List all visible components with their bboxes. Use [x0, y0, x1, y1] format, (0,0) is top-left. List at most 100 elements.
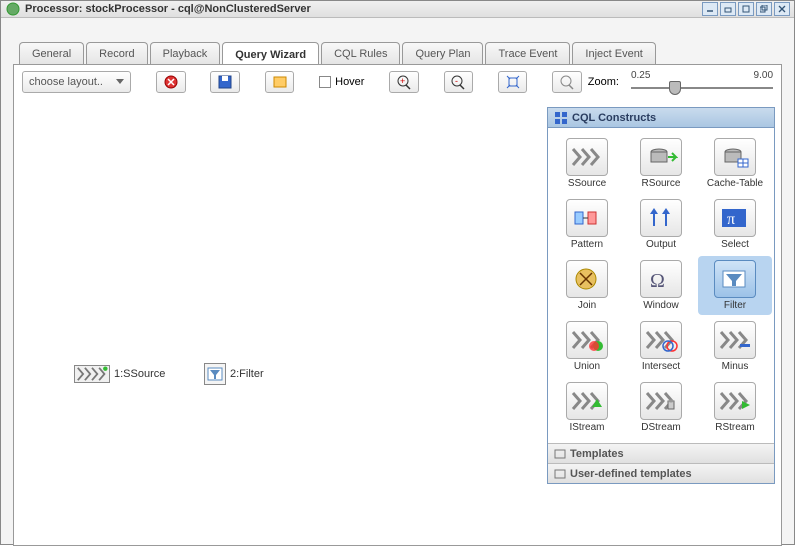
accordion-user-templates[interactable]: User-defined templates	[548, 463, 774, 483]
construct-cache-table[interactable]: Cache-Table	[698, 134, 772, 193]
construct-label: Join	[578, 300, 596, 311]
tab-query-wizard[interactable]: Query Wizard	[222, 42, 319, 65]
filter-icon	[714, 260, 756, 298]
dbarrow-icon	[640, 138, 682, 176]
toolbar: choose layout.. Hover + -	[14, 65, 781, 99]
zoom-control: 0.25 9.00	[631, 70, 773, 95]
chev-d-icon	[640, 382, 682, 420]
construct-label: DStream	[641, 422, 680, 433]
close-button[interactable]	[774, 2, 790, 16]
restore-down-button[interactable]	[720, 2, 736, 16]
construct-label: Minus	[722, 361, 749, 372]
construct-pattern[interactable]: Pattern	[550, 195, 624, 254]
save-button[interactable]	[210, 71, 240, 93]
palette-body: SSource RSource Cache-Table Pattern Outp…	[548, 128, 774, 443]
canvas-node-ssource[interactable]: 1:SSource	[74, 365, 165, 383]
hover-checkbox[interactable]: Hover	[319, 76, 364, 88]
diagram-canvas[interactable]: 1:SSource 2:Filter	[18, 103, 541, 541]
join-icon	[566, 260, 608, 298]
construct-rstream[interactable]: RStream	[698, 378, 772, 437]
pi-icon: π	[714, 199, 756, 237]
chev-i-icon	[566, 382, 608, 420]
construct-rsource[interactable]: RSource	[624, 134, 698, 193]
window-title: Processor: stockProcessor - cql@NonClust…	[25, 3, 702, 15]
chevrons-icon	[566, 138, 608, 176]
tab-inject-event[interactable]: Inject Event	[572, 42, 655, 64]
construct-ssource[interactable]: SSource	[550, 134, 624, 193]
search-zoom-button[interactable]	[552, 71, 582, 93]
construct-filter[interactable]: Filter	[698, 256, 772, 315]
svg-text:Ω: Ω	[650, 270, 665, 291]
construct-label: Select	[721, 239, 749, 250]
maximize-button[interactable]	[738, 2, 754, 16]
pattern-icon	[566, 199, 608, 237]
tab-cql-rules[interactable]: CQL Rules	[321, 42, 400, 64]
construct-label: Pattern	[571, 239, 603, 250]
canvas-node-filter[interactable]: 2:Filter	[204, 363, 264, 385]
zoom-in-button[interactable]: +	[389, 71, 419, 93]
construct-intersect[interactable]: Intersect	[624, 317, 698, 376]
tab-query-plan[interactable]: Query Plan	[402, 42, 483, 64]
fit-button[interactable]	[498, 71, 528, 93]
svg-text:+: +	[400, 76, 405, 86]
palette-header[interactable]: CQL Constructs	[548, 108, 774, 128]
construct-label: Intersect	[642, 361, 680, 372]
construct-label: SSource	[568, 178, 606, 189]
delete-button[interactable]	[156, 71, 186, 93]
tab-panel: choose layout.. Hover + -	[13, 64, 782, 546]
construct-label: RStream	[715, 422, 754, 433]
zoom-label: Zoom:	[588, 76, 619, 88]
construct-window[interactable]: Ω Window	[624, 256, 698, 315]
construct-union[interactable]: Union	[550, 317, 624, 376]
content-area: General Record Playback Query Wizard CQL…	[1, 18, 794, 554]
ssource-icon	[74, 365, 110, 383]
output-icon	[640, 199, 682, 237]
hover-label: Hover	[335, 76, 364, 88]
checkbox-icon	[319, 76, 331, 88]
grid-icon	[554, 111, 568, 125]
zoom-slider[interactable]	[631, 81, 773, 95]
templates-icon	[554, 448, 566, 460]
construct-label: Filter	[724, 300, 746, 311]
cascade-button[interactable]	[756, 2, 772, 16]
chev-union-icon	[566, 321, 608, 359]
canvas-node-label: 2:Filter	[230, 368, 264, 380]
tab-general[interactable]: General	[19, 42, 84, 64]
layout-select[interactable]: choose layout..	[22, 71, 131, 93]
construct-label: IStream	[569, 422, 604, 433]
construct-label: RSource	[642, 178, 681, 189]
svg-text:-: -	[455, 76, 458, 86]
app-window: Processor: stockProcessor - cql@NonClust…	[0, 0, 795, 545]
zoom-max: 9.00	[754, 70, 773, 81]
construct-istream[interactable]: IStream	[550, 378, 624, 437]
canvas-node-label: 1:SSource	[114, 368, 165, 380]
titlebar: Processor: stockProcessor - cql@NonClust…	[1, 1, 794, 18]
tab-record[interactable]: Record	[86, 42, 147, 64]
user-templates-icon	[554, 468, 566, 480]
palette-panel: CQL Constructs SSource RSource Cache-Tab…	[547, 107, 775, 484]
construct-minus[interactable]: Minus	[698, 317, 772, 376]
tab-playback[interactable]: Playback	[150, 42, 221, 64]
zoom-out-button[interactable]: -	[444, 71, 474, 93]
construct-dstream[interactable]: DStream	[624, 378, 698, 437]
filter-icon	[204, 363, 226, 385]
tab-trace-event[interactable]: Trace Event	[485, 42, 570, 64]
chevron-down-icon	[116, 79, 124, 85]
dbgrid-icon	[714, 138, 756, 176]
app-icon	[5, 1, 21, 17]
chev-intersect-icon	[640, 321, 682, 359]
layout-select-label: choose layout..	[29, 76, 116, 88]
construct-label: Union	[574, 361, 600, 372]
construct-label: Window	[643, 300, 679, 311]
accordion-templates[interactable]: Templates	[548, 443, 774, 463]
tab-bar: General Record Playback Query Wizard CQL…	[19, 38, 786, 64]
construct-select[interactable]: π Select	[698, 195, 772, 254]
construct-label: Output	[646, 239, 676, 250]
palette-title: CQL Constructs	[572, 112, 656, 124]
minimize-button[interactable]	[702, 2, 718, 16]
construct-output[interactable]: Output	[624, 195, 698, 254]
construct-join[interactable]: Join	[550, 256, 624, 315]
chev-r-icon	[714, 382, 756, 420]
zoom-min: 0.25	[631, 70, 650, 81]
clear-button[interactable]	[265, 71, 295, 93]
